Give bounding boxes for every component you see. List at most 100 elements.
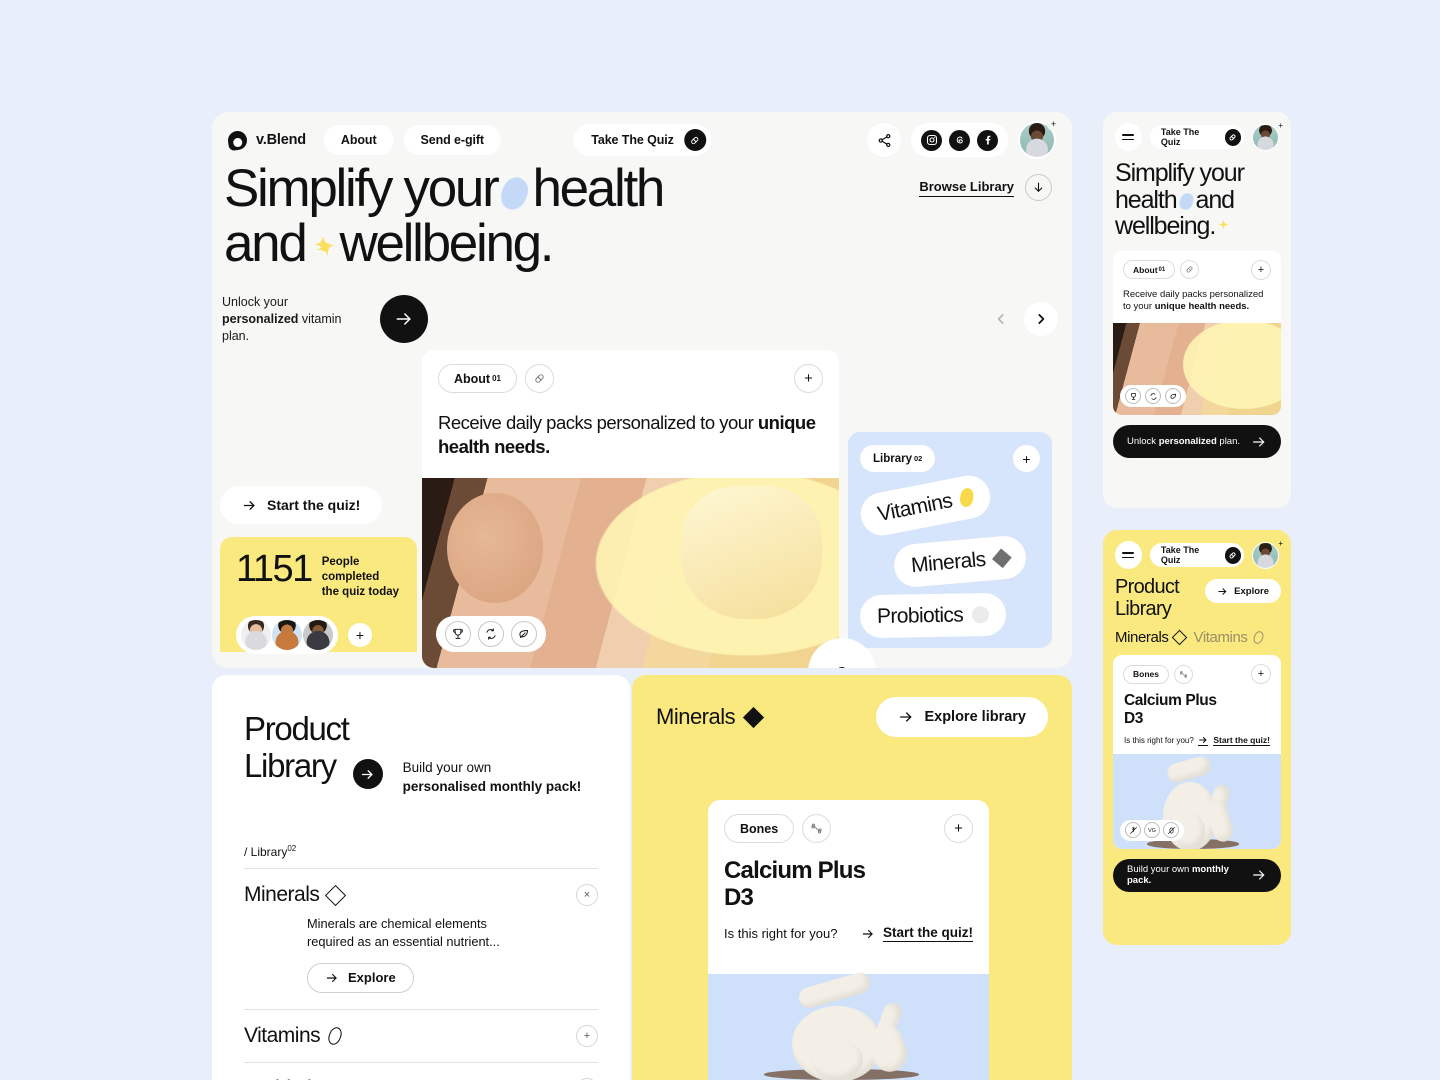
bone-icon[interactable]	[802, 814, 832, 843]
category-pill-vitamins[interactable]: Vitamins	[857, 471, 995, 540]
avatar	[241, 619, 271, 650]
mobile-about-tag[interactable]: About 01	[1123, 260, 1176, 279]
avatar-add-badge[interactable]: +	[1278, 539, 1283, 548]
mobile-build-cta-text: Build your own monthly pack.	[1127, 864, 1251, 886]
category-label: Minerals	[910, 547, 987, 577]
about-body-a: Receive daily packs personalized to your	[438, 412, 758, 433]
library-item-probiotics[interactable]: Probiotics +	[244, 1063, 598, 1080]
mobile-product-title: Calcium Plus D3	[1113, 684, 1281, 727]
mobile-tab-vitamins[interactable]: Vitamins	[1193, 629, 1265, 646]
mobile-title-line1: Simplify your	[1115, 159, 1245, 187]
blob-logo-icon	[226, 129, 249, 151]
library-card-header: Library 02 +	[860, 445, 1040, 472]
mobile-take-the-quiz-button[interactable]: Take The Quiz	[1149, 125, 1244, 149]
add-participant-button[interactable]: +	[348, 622, 372, 647]
brand[interactable]: v.Blend	[226, 129, 306, 151]
mobile-unlock-plan-button[interactable]: Unlock personalized plan.	[1113, 425, 1281, 459]
mobile-user-avatar[interactable]: +	[1252, 121, 1283, 151]
unlock-plan-block: Unlock your personalized vitamin plan.	[222, 294, 428, 345]
capsule-icon[interactable]	[1180, 260, 1200, 279]
start-the-quiz-button[interactable]: Start the quiz!	[220, 486, 383, 524]
user-avatar[interactable]: +	[1018, 118, 1060, 159]
chevron-right-icon[interactable]	[1024, 302, 1058, 336]
mobile-about-tag-label: About	[1133, 264, 1158, 275]
library-item-title: Vitamins	[244, 1023, 345, 1048]
collapse-button[interactable]: ×	[576, 884, 598, 907]
mobile-cta-bold: personalized	[1158, 436, 1217, 448]
avatar	[1252, 541, 1279, 569]
library-tag[interactable]: Library 02	[860, 445, 936, 472]
about-add-button[interactable]: +	[794, 364, 823, 393]
hamburger-menu-icon[interactable]	[1115, 541, 1142, 569]
topbar-right: +	[867, 118, 1060, 159]
capsule-icon[interactable]	[525, 364, 555, 393]
mobile-user-avatar[interactable]: +	[1252, 539, 1283, 569]
library-add-button[interactable]: +	[1013, 445, 1040, 472]
title-line2: Library	[244, 746, 337, 784]
mobile-product-card[interactable]: Bones + Calcium Plus D3 Is this right fo…	[1113, 655, 1281, 849]
diamond-filled-icon	[743, 706, 765, 728]
avatar-add-badge[interactable]: +	[1278, 121, 1283, 130]
threads-icon[interactable]	[949, 129, 970, 151]
quiz-stats-card: 1151 People completed the quiz today +	[220, 537, 417, 654]
take-the-quiz-button[interactable]: Take The Quiz	[573, 124, 711, 156]
library-item-label: Vitamins	[244, 1023, 321, 1047]
product-card-footer: Is this right for you? Start the quiz!	[708, 911, 989, 955]
arrow-down-icon[interactable]	[1025, 174, 1052, 201]
product-library-title: Product Library	[244, 710, 383, 790]
yellow-capsule-icon	[959, 487, 975, 508]
mobile-hero-title: Simplify your health and wellbeing.	[1113, 151, 1281, 240]
mobile-about-card: About 01 + Receive daily packs personaliz…	[1113, 250, 1281, 416]
arrow-right-icon	[861, 927, 875, 941]
mobile-product-add-button[interactable]: +	[1251, 664, 1271, 685]
mobile-explore-button[interactable]: Explore	[1205, 579, 1281, 603]
product-card-calcium-plus-d3[interactable]: Bones + Calcium Plus D3 Is this right fo…	[708, 800, 989, 1080]
mobile-product-start-quiz-link[interactable]: Start the quiz!	[1198, 735, 1270, 746]
category-pill-probiotics[interactable]: Probiotics	[859, 592, 1007, 639]
library-item-minerals[interactable]: Minerals × Minerals are chemical element…	[244, 869, 598, 993]
share-icon[interactable]	[867, 123, 901, 157]
mobile-product-question: Is this right for you?	[1124, 735, 1194, 745]
explore-library-button[interactable]: Explore library	[876, 697, 1048, 737]
hamburger-menu-icon[interactable]	[1115, 123, 1142, 151]
arrow-right-icon	[1251, 867, 1267, 883]
unlock-plan-button[interactable]	[380, 295, 428, 344]
avatar-stack[interactable]	[236, 615, 338, 654]
product-card-header: Bones +	[708, 800, 989, 843]
avatar-add-badge[interactable]: +	[1047, 118, 1060, 131]
explore-minerals-button[interactable]: Explore	[307, 962, 414, 993]
product-tag-bones[interactable]: Bones	[724, 814, 795, 843]
product-add-button[interactable]: +	[944, 814, 973, 843]
bone-icon[interactable]	[1173, 664, 1193, 684]
nav-send-egift[interactable]: Send e-gift	[403, 125, 501, 155]
unlock-bold: personalized	[222, 311, 299, 326]
library-item-label: Probiotics	[244, 1077, 332, 1080]
sparkle-icon	[1215, 218, 1232, 235]
chevron-left-icon[interactable]	[986, 304, 1016, 334]
category-pill-minerals[interactable]: Minerals	[892, 534, 1028, 589]
quiz-count-label: People completed the quiz today	[322, 551, 403, 600]
breadcrumb: / Library02	[244, 844, 598, 859]
breadcrumb-label: / Library	[244, 845, 288, 860]
category-label: Probiotics	[876, 602, 964, 628]
about-tag-label: About	[454, 371, 491, 386]
mobile-product-tag-bones[interactable]: Bones	[1123, 664, 1169, 684]
trophy-icon	[1125, 388, 1141, 405]
facebook-icon[interactable]	[977, 129, 998, 151]
browse-library-label: Browse Library	[919, 179, 1014, 197]
expand-button[interactable]: +	[576, 1024, 598, 1047]
blue-capsule-icon	[497, 173, 533, 214]
nav-about[interactable]: About	[323, 125, 394, 155]
instagram-icon[interactable]	[921, 129, 942, 151]
mobile-take-the-quiz-button[interactable]: Take The Quiz	[1149, 543, 1244, 567]
mobile-tab-minerals[interactable]: Minerals	[1115, 629, 1188, 646]
product-question: Is this right for you?	[724, 926, 838, 942]
browse-library-button[interactable]: Browse Library	[919, 174, 1052, 201]
mobile-about-add-button[interactable]: +	[1251, 259, 1271, 280]
library-item-header: Minerals ×	[244, 883, 598, 907]
library-item-vitamins[interactable]: Vitamins +	[244, 1010, 598, 1048]
mobile-build-pack-button[interactable]: Build your own monthly pack.	[1113, 858, 1281, 892]
product-start-quiz-link[interactable]: Start the quiz!	[861, 925, 973, 943]
product-library-arrow-button[interactable]	[352, 759, 383, 790]
about-tag[interactable]: About 01	[438, 364, 518, 393]
